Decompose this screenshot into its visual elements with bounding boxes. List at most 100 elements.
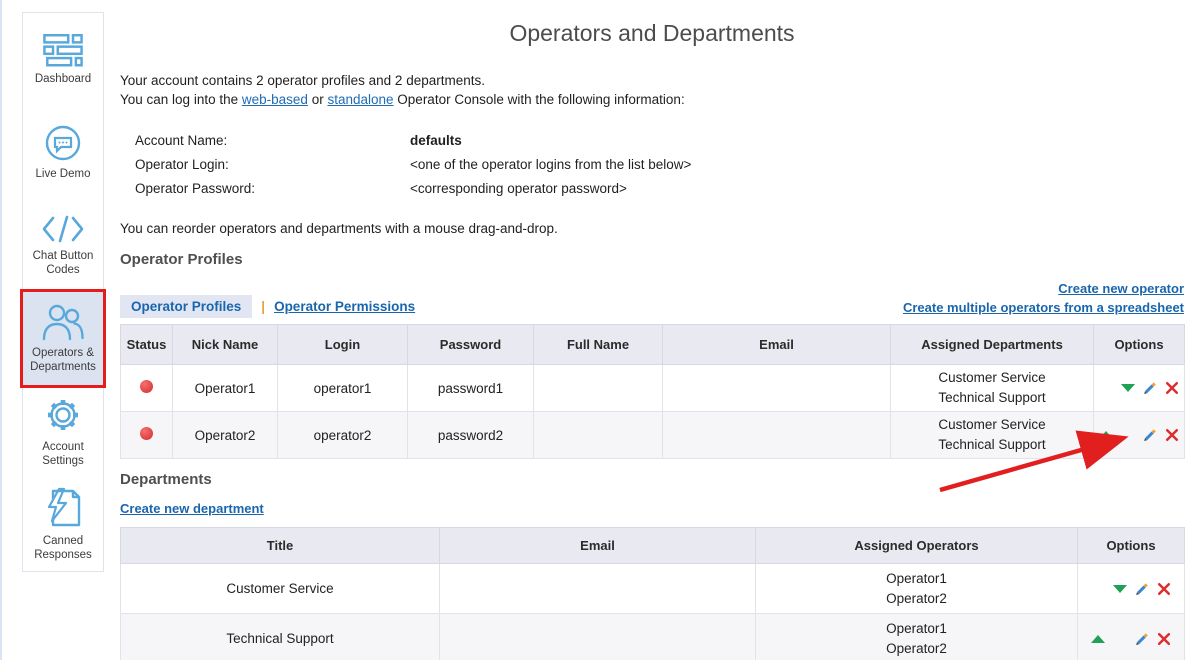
email-cell — [663, 365, 891, 412]
departments-table: Title Email Assigned Operators Options C… — [120, 527, 1185, 660]
account-name-row: Account Name: defaults — [135, 129, 691, 153]
edit-pencil-icon[interactable] — [1139, 427, 1161, 443]
col-password: Password — [408, 325, 534, 365]
login-cell: operator1 — [278, 365, 408, 412]
password-cell: password2 — [408, 412, 534, 459]
departments-table-header: Title Email Assigned Operators Options — [121, 528, 1185, 564]
nick-cell: Operator2 — [173, 412, 278, 459]
col-title: Title — [121, 528, 440, 564]
operator-password-row: Operator Password: <corresponding operat… — [135, 177, 691, 201]
col-assigned-departments: Assigned Departments — [891, 325, 1094, 365]
page-title: Operators and Departments — [120, 20, 1184, 47]
edit-pencil-icon[interactable] — [1131, 631, 1153, 647]
status-cell — [121, 365, 173, 412]
operators-table-header: Status Nick Name Login Password Full Nam… — [121, 325, 1185, 365]
sidebar-item-dashboard[interactable]: Dashboard — [23, 13, 103, 106]
status-offline-icon — [140, 380, 153, 393]
operators-cell: Operator1 Operator2 — [756, 564, 1078, 614]
sidebar-item-label: Dashboard — [25, 72, 101, 86]
operator-tabs: Operator Profiles | Operator Permissions — [120, 295, 415, 318]
department-row[interactable]: Technical Support Operator1 Operator2 — [121, 614, 1185, 660]
col-status: Status — [121, 325, 173, 365]
col-full-name: Full Name — [534, 325, 663, 365]
operators-cell: Operator1 Operator2 — [756, 614, 1078, 660]
title-cell: Customer Service — [121, 564, 440, 614]
departments-heading: Departments — [120, 471, 212, 488]
edit-pencil-icon[interactable] — [1131, 581, 1153, 597]
dashboard-icon — [43, 33, 83, 67]
full-name-cell — [534, 412, 663, 459]
operator-profiles-heading: Operator Profiles — [120, 251, 243, 268]
account-settings-icon — [43, 395, 83, 435]
department-row[interactable]: Customer Service Operator1 Operator2 — [121, 564, 1185, 614]
intro-text: Your account contains 2 operator profile… — [120, 71, 685, 109]
options-cell — [1094, 365, 1185, 412]
title-cell: Technical Support — [121, 614, 440, 660]
delete-x-icon[interactable] — [1153, 632, 1175, 646]
operator-login-label: Operator Login: — [135, 153, 410, 177]
move-up-icon[interactable] — [1095, 431, 1117, 439]
sidebar-item-label: Operators & Departments — [25, 346, 101, 375]
col-login: Login — [278, 325, 408, 365]
create-new-operator-link[interactable]: Create new operator — [1058, 281, 1184, 296]
sidebar-item-label: Canned Responses — [25, 534, 101, 563]
col-email: Email — [663, 325, 891, 365]
operators-departments-page: Dashboard Live Demo — [0, 0, 1200, 660]
email-cell — [440, 564, 756, 614]
col-assigned-operators: Assigned Operators — [756, 528, 1078, 564]
chat-button-codes-icon — [41, 214, 85, 244]
options-cell — [1094, 412, 1185, 459]
create-department-wrap: Create new department — [120, 500, 264, 518]
status-offline-icon — [140, 427, 153, 440]
web-based-link[interactable]: web-based — [242, 92, 308, 107]
email-cell — [440, 614, 756, 660]
standalone-link[interactable]: standalone — [327, 92, 393, 107]
sidebar: Dashboard Live Demo — [22, 12, 104, 572]
sidebar-item-chat-button-codes[interactable]: Chat Button Codes — [23, 199, 103, 292]
operator-login-value: <one of the operator logins from the lis… — [410, 153, 691, 177]
intro-line-1: Your account contains 2 operator profile… — [120, 71, 685, 90]
tab-operator-profiles[interactable]: Operator Profiles — [120, 295, 252, 318]
delete-x-icon[interactable] — [1161, 428, 1183, 442]
operator-password-value: <corresponding operator password> — [410, 177, 627, 201]
move-up-icon[interactable] — [1087, 635, 1109, 643]
status-cell — [121, 412, 173, 459]
col-email: Email — [440, 528, 756, 564]
sidebar-item-label: Account Settings — [25, 440, 101, 469]
move-down-icon[interactable] — [1117, 384, 1139, 392]
move-down-icon[interactable] — [1109, 585, 1131, 593]
account-name-value: defaults — [410, 129, 462, 153]
delete-x-icon[interactable] — [1153, 582, 1175, 596]
account-name-label: Account Name: — [135, 129, 410, 153]
options-cell — [1078, 614, 1185, 660]
sidebar-item-canned-responses[interactable]: Canned Responses — [23, 478, 103, 571]
intro-line-2: You can log into the web-based or standa… — [120, 90, 685, 109]
delete-x-icon[interactable] — [1161, 381, 1183, 395]
tab-separator: | — [261, 299, 265, 314]
sidebar-item-label: Chat Button Codes — [25, 249, 101, 278]
operator-row[interactable]: Operator1 operator1 password1 Customer S… — [121, 365, 1185, 412]
sidebar-item-account-settings[interactable]: Account Settings — [23, 385, 103, 478]
create-multiple-operators-link[interactable]: Create multiple operators from a spreads… — [903, 300, 1184, 315]
edit-pencil-icon[interactable] — [1139, 380, 1161, 396]
col-options: Options — [1094, 325, 1185, 365]
nick-cell: Operator1 — [173, 365, 278, 412]
operator-login-row: Operator Login: <one of the operator log… — [135, 153, 691, 177]
col-options: Options — [1078, 528, 1185, 564]
departments-cell: Customer Service Technical Support — [891, 365, 1094, 412]
operator-row[interactable]: Operator2 operator2 password2 Customer S… — [121, 412, 1185, 459]
account-info: Account Name: defaults Operator Login: <… — [135, 129, 691, 201]
canned-responses-icon — [43, 487, 83, 529]
operators-table: Status Nick Name Login Password Full Nam… — [120, 324, 1185, 459]
tab-operator-permissions[interactable]: Operator Permissions — [274, 299, 415, 314]
reorder-note: You can reorder operators and department… — [120, 221, 558, 236]
password-cell: password1 — [408, 365, 534, 412]
operators-departments-icon — [41, 303, 85, 341]
email-cell — [663, 412, 891, 459]
col-nick-name: Nick Name — [173, 325, 278, 365]
sidebar-item-live-demo[interactable]: Live Demo — [23, 106, 103, 199]
options-cell — [1078, 564, 1185, 614]
sidebar-item-operators-departments[interactable]: Operators & Departments — [23, 292, 103, 385]
create-new-department-link[interactable]: Create new department — [120, 501, 264, 516]
live-demo-icon — [44, 124, 82, 162]
